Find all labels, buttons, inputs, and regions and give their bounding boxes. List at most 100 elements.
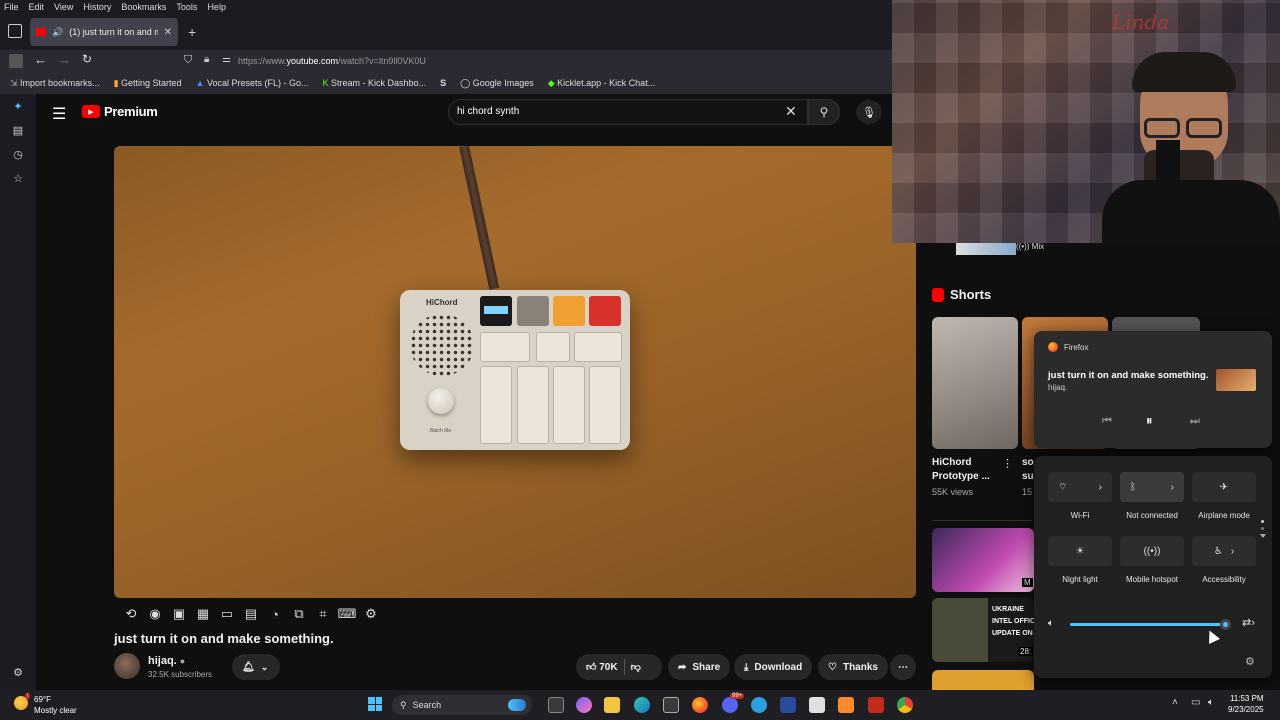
bookmark-kicklet[interactable]: ◆ Kicklet.app - Kick Chat...: [548, 78, 655, 89]
wifi-tile[interactable]: ⌔ ›: [1048, 472, 1112, 502]
bookmark-vocal-presets[interactable]: ▲ Vocal Presets (FL) - Go...: [196, 78, 309, 88]
file-explorer-icon[interactable]: [604, 697, 620, 713]
dzl-icon[interactable]: [868, 697, 884, 713]
ai-chat-icon[interactable]: ✦: [11, 100, 25, 114]
bookmark-google-images[interactable]: ◯ Google Images: [460, 78, 534, 89]
short-thumbnail-1[interactable]: [932, 317, 1018, 449]
speed-icon[interactable]: ◔: [266, 605, 284, 623]
lock-icon[interactable]: 🔒︎: [204, 54, 209, 65]
sidebar-settings-icon[interactable]: ⚙: [11, 666, 25, 680]
popup-icon[interactable]: ⧉: [290, 605, 308, 623]
back-icon[interactable]: ←: [34, 52, 47, 67]
forward-icon[interactable]: →: [58, 52, 71, 67]
streamlabs-icon[interactable]: [809, 697, 825, 713]
history-icon[interactable]: ◷: [11, 148, 25, 162]
new-tab-icon[interactable]: +: [188, 24, 196, 40]
rsi-icon[interactable]: [780, 697, 796, 713]
short-1-title[interactable]: HiChord Prototype ...: [932, 456, 990, 484]
telegram-icon[interactable]: [751, 697, 767, 713]
menu-view[interactable]: View: [54, 2, 73, 12]
bookmark-kick-dashboard[interactable]: K Stream - Kick Dashbo...: [323, 78, 427, 88]
related-thumbnail-3[interactable]: [932, 670, 1034, 690]
channel-avatar[interactable]: [114, 653, 140, 679]
volume-icon[interactable]: 🔈︎: [1048, 618, 1054, 629]
search-button[interactable]: ⚲: [808, 99, 840, 125]
firefox-taskbar-icon[interactable]: [692, 697, 708, 713]
extension-settings-icon[interactable]: ⚙: [362, 605, 380, 623]
volume-slider[interactable]: [1070, 619, 1231, 630]
permissions-icon[interactable]: ⚌: [222, 54, 231, 65]
short-1-menu-icon[interactable]: ⋮: [1002, 457, 1013, 470]
speaker-icon[interactable]: 🔊: [52, 27, 63, 38]
more-actions-button[interactable]: ⋯: [890, 654, 916, 680]
reload-icon[interactable]: ↻: [82, 52, 92, 66]
notification-bell-button[interactable]: 🔔︎ ⌄: [232, 654, 280, 680]
synced-tabs-icon[interactable]: ▤: [11, 124, 25, 138]
network-icon[interactable]: ▭: [1191, 697, 1200, 708]
short-2-title[interactable]: so su: [1022, 456, 1034, 484]
settings-icon[interactable]: ⚙: [1245, 655, 1255, 668]
bookmark-s-icon[interactable]: S: [440, 78, 446, 88]
search-input[interactable]: hi chord synth ✕: [448, 99, 808, 125]
tab-overview-icon[interactable]: [8, 24, 22, 38]
audio-output-icon[interactable]: ⇄›: [1242, 616, 1255, 629]
url-bar[interactable]: ⛉ 🔒︎ ⚌ https://www.youtube.com/watch?v=l…: [112, 51, 892, 71]
weather-widget[interactable]: 69°F Mostly clear: [34, 694, 77, 716]
store-icon[interactable]: [663, 697, 679, 713]
youtube-logo[interactable]: ▶ Premium: [82, 104, 158, 119]
mobile-hotspot-tile[interactable]: ((•)): [1120, 536, 1184, 566]
pause-icon[interactable]: ⏸: [1146, 413, 1153, 429]
menu-bookmarks[interactable]: Bookmarks: [121, 2, 166, 12]
screenshot-icon[interactable]: ⌗: [314, 605, 332, 623]
clapper-icon[interactable]: ▦: [194, 605, 212, 623]
clear-search-icon[interactable]: ✕: [785, 103, 797, 120]
voice-search-button[interactable]: 🎙︎: [856, 100, 882, 124]
like-button[interactable]: 👍︎ 70K: [586, 661, 618, 673]
tracking-shield-icon[interactable]: ⛉: [184, 54, 192, 67]
keyboard-icon[interactable]: ⌨: [338, 605, 357, 623]
hamburger-menu-icon[interactable]: ☰: [52, 104, 66, 124]
bookmark-import[interactable]: ⇲ Import bookmarks...: [10, 78, 100, 89]
speaker-icon[interactable]: 🔈︎: [1208, 697, 1214, 708]
frame-icon[interactable]: ▭: [218, 605, 236, 623]
cinema-icon[interactable]: ▤: [242, 605, 260, 623]
airplane-mode-tile[interactable]: ✈: [1192, 472, 1256, 502]
tab-active[interactable]: 🔊 (1) just turn it on and make ✕: [30, 18, 178, 46]
subtitle-icon[interactable]: ▣: [170, 605, 188, 623]
loop-icon[interactable]: ⟲: [122, 605, 140, 623]
share-button[interactable]: ➦ Share: [668, 654, 731, 680]
volume-slider-thumb[interactable]: [1220, 619, 1231, 630]
menu-help[interactable]: Help: [207, 2, 226, 12]
channel-name-row[interactable]: hijaq. ●: [148, 655, 185, 667]
discord-icon[interactable]: [722, 697, 738, 713]
dislike-button[interactable]: 👎︎: [631, 661, 641, 673]
menu-edit[interactable]: Edit: [29, 2, 45, 12]
previous-track-icon[interactable]: ⏮: [1102, 415, 1112, 428]
video-player[interactable]: HiChord Batch Me: [114, 146, 916, 598]
download-button[interactable]: ⤓ Download: [734, 654, 813, 680]
fl-studio-icon[interactable]: [838, 697, 854, 713]
menu-tools[interactable]: Tools: [176, 2, 197, 12]
chevron-right-icon[interactable]: ›: [1099, 482, 1102, 493]
start-button[interactable]: [368, 697, 382, 711]
task-view-icon[interactable]: [548, 697, 564, 713]
taskbar-search[interactable]: ⚲ Search: [392, 695, 532, 715]
next-track-icon[interactable]: ⏭: [1190, 415, 1200, 428]
copilot-icon[interactable]: [576, 697, 592, 713]
chevron-right-icon[interactable]: ›: [1171, 482, 1174, 493]
chevron-right-icon[interactable]: ›: [1231, 546, 1234, 557]
page-dots[interactable]: [1260, 520, 1266, 546]
menu-file[interactable]: File: [4, 2, 19, 12]
hidden-icons-chevron-icon[interactable]: ˄: [1172, 697, 1178, 708]
night-light-tile[interactable]: ☀: [1048, 536, 1112, 566]
accessibility-tile[interactable]: ♿︎ ›: [1192, 536, 1256, 566]
bookmarks-star-icon[interactable]: ☆: [11, 172, 25, 186]
related-thumbnail-1[interactable]: [932, 528, 1034, 592]
tab-close-icon[interactable]: ✕: [164, 27, 172, 38]
audio-wave-icon[interactable]: ◉: [146, 605, 164, 623]
taskbar-clock[interactable]: 11:53 PM 9/23/2025: [1228, 693, 1264, 715]
bluetooth-tile[interactable]: ᛒ ›: [1120, 472, 1184, 502]
bookmark-getting-started[interactable]: ▮ Getting Started: [114, 78, 182, 89]
edge-icon[interactable]: [634, 697, 650, 713]
menu-history[interactable]: History: [83, 2, 111, 12]
